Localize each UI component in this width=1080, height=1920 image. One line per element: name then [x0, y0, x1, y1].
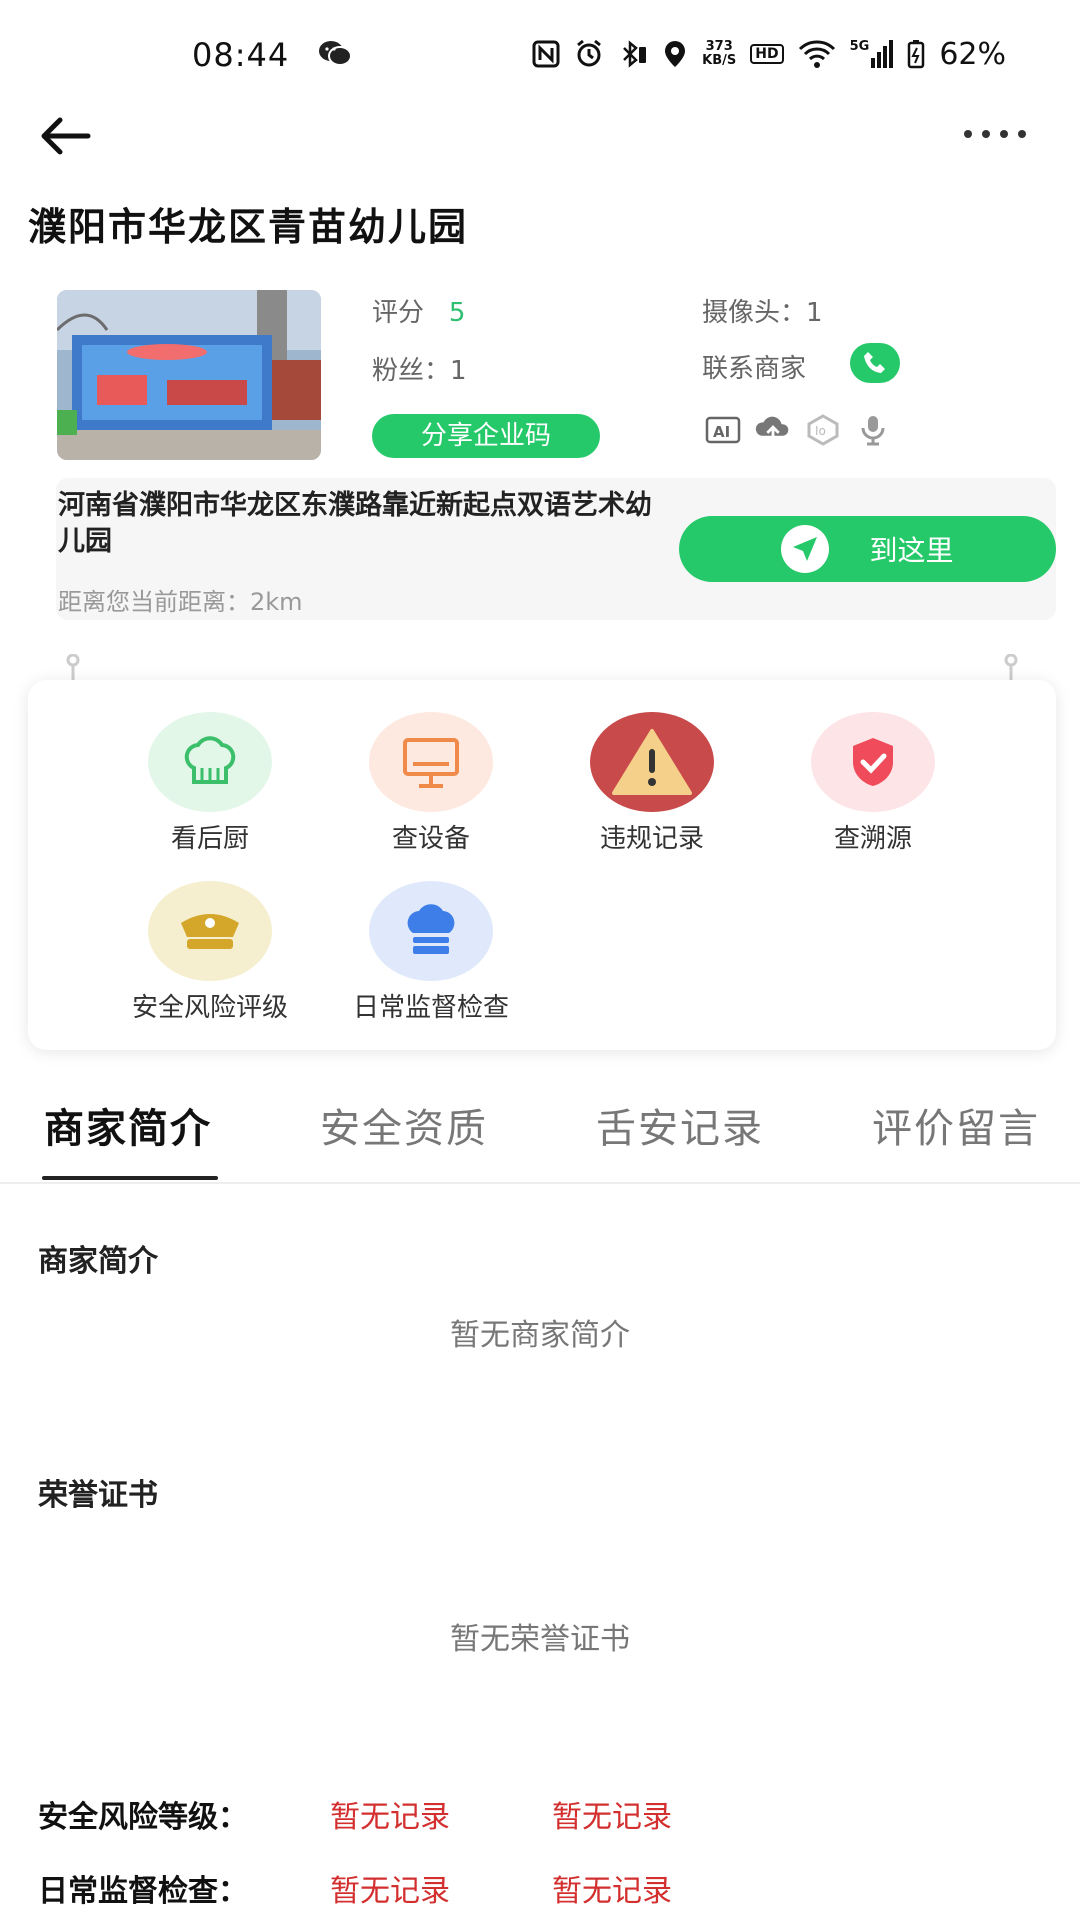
risk-level-value-1: 暂无记录 [330, 1800, 450, 1835]
alarm-icon [577, 39, 602, 67]
cell-signal-icon: 5G [850, 40, 894, 68]
intro-heading: 商家简介 [38, 1244, 158, 1279]
navigation-arrow-icon [781, 525, 830, 573]
status-icons: 373 KB/S HD 5G 62% [532, 34, 1006, 74]
police-cap-icon [148, 881, 272, 981]
microphone-icon [854, 414, 892, 446]
shield-check-icon [811, 712, 935, 812]
daily-inspection-value-2: 暂无记录 [552, 1874, 672, 1909]
merchant-photo[interactable] [57, 290, 321, 460]
merchant-title: 濮阳市华龙区青苗幼儿园 [28, 205, 469, 249]
more-options-icon[interactable] [960, 124, 1030, 144]
honors-empty-text: 暂无荣誉证书 [450, 1622, 630, 1657]
daily-inspection-label: 日常监督检查： [38, 1874, 248, 1909]
warning-icon [590, 712, 714, 812]
feature-icons: AI Io [704, 414, 892, 446]
contact-merchant-label[interactable]: 联系商家 [702, 348, 806, 385]
risk-level-label: 安全风险等级： [38, 1800, 248, 1835]
monitor-icon [369, 712, 493, 812]
tab-divider [0, 1182, 1080, 1184]
cloud-upload-icon [754, 414, 792, 446]
battery-level: 62% [939, 36, 1006, 72]
function-view-kitchen[interactable]: 看后厨 [110, 712, 310, 855]
tab-food-safety-records[interactable]: 舌安记录 [596, 1096, 764, 1154]
distance-text: 距离您当前距离：2km [58, 588, 303, 616]
function-label: 违规记录 [599, 824, 704, 854]
function-check-equipment[interactable]: 查设备 [331, 712, 531, 855]
navigate-here-label: 到这里 [869, 534, 954, 567]
address-text: 河南省濮阳市华龙区东濮路靠近新起点双语艺术幼儿园 [58, 490, 652, 557]
wechat-icon [319, 41, 352, 66]
svg-text:AI: AI [713, 423, 730, 441]
navigate-here-button[interactable]: 到这里 [679, 516, 1056, 582]
tab-safety-qualification[interactable]: 安全资质 [320, 1096, 488, 1154]
share-company-code-button[interactable]: 分享企业码 [372, 414, 600, 458]
back-arrow-icon[interactable] [36, 112, 92, 160]
honors-heading: 荣誉证书 [38, 1478, 158, 1513]
tab-merchant-intro[interactable]: 商家简介 [44, 1096, 212, 1154]
function-violation-records[interactable]: 违规记录 [552, 712, 752, 855]
status-bar: 08:44 373 KB/S HD 5G 62% [0, 0, 1080, 100]
function-label: 日常监督检查 [352, 993, 509, 1023]
tab-reviews[interactable]: 评价留言 [872, 1096, 1040, 1154]
intro-empty-text: 暂无商家简介 [450, 1318, 630, 1353]
wifi-icon [798, 40, 835, 68]
ai-icon: AI [704, 414, 742, 446]
camera-value: 1 [806, 298, 823, 328]
net-speed: 373 KB/S [702, 39, 737, 68]
bluetooth-icon [623, 40, 647, 68]
chef-hat-icon [148, 712, 272, 812]
daily-inspection-value-1: 暂无记录 [330, 1874, 450, 1909]
function-risk-rating[interactable]: 安全风险评级 [110, 881, 310, 1024]
score-value: 5 [448, 298, 466, 328]
function-label: 查溯源 [833, 824, 912, 854]
status-time: 08:44 [192, 36, 290, 74]
chef-hat-blue-icon [369, 881, 493, 981]
hd-badge: HD [750, 44, 784, 64]
fans-value: 1 [450, 356, 467, 386]
battery-icon [908, 40, 925, 69]
location-icon [665, 41, 686, 67]
function-label: 安全风险评级 [131, 993, 288, 1023]
function-label: 看后厨 [170, 824, 249, 854]
function-traceability[interactable]: 查溯源 [773, 712, 973, 855]
phone-icon[interactable] [850, 343, 900, 383]
risk-level-value-2: 暂无记录 [552, 1800, 672, 1835]
function-daily-inspection[interactable]: 日常监督检查 [331, 881, 531, 1024]
function-label: 查设备 [391, 824, 470, 854]
svg-text:Io: Io [815, 424, 826, 438]
score-label: 评分 5 [372, 298, 466, 328]
nfc-icon [532, 40, 560, 68]
camera-label: 摄像头：1 [702, 298, 823, 328]
iot-icon: Io [804, 414, 842, 446]
tab-active-indicator [42, 1176, 218, 1180]
fans-label: 粉丝：1 [372, 356, 467, 386]
